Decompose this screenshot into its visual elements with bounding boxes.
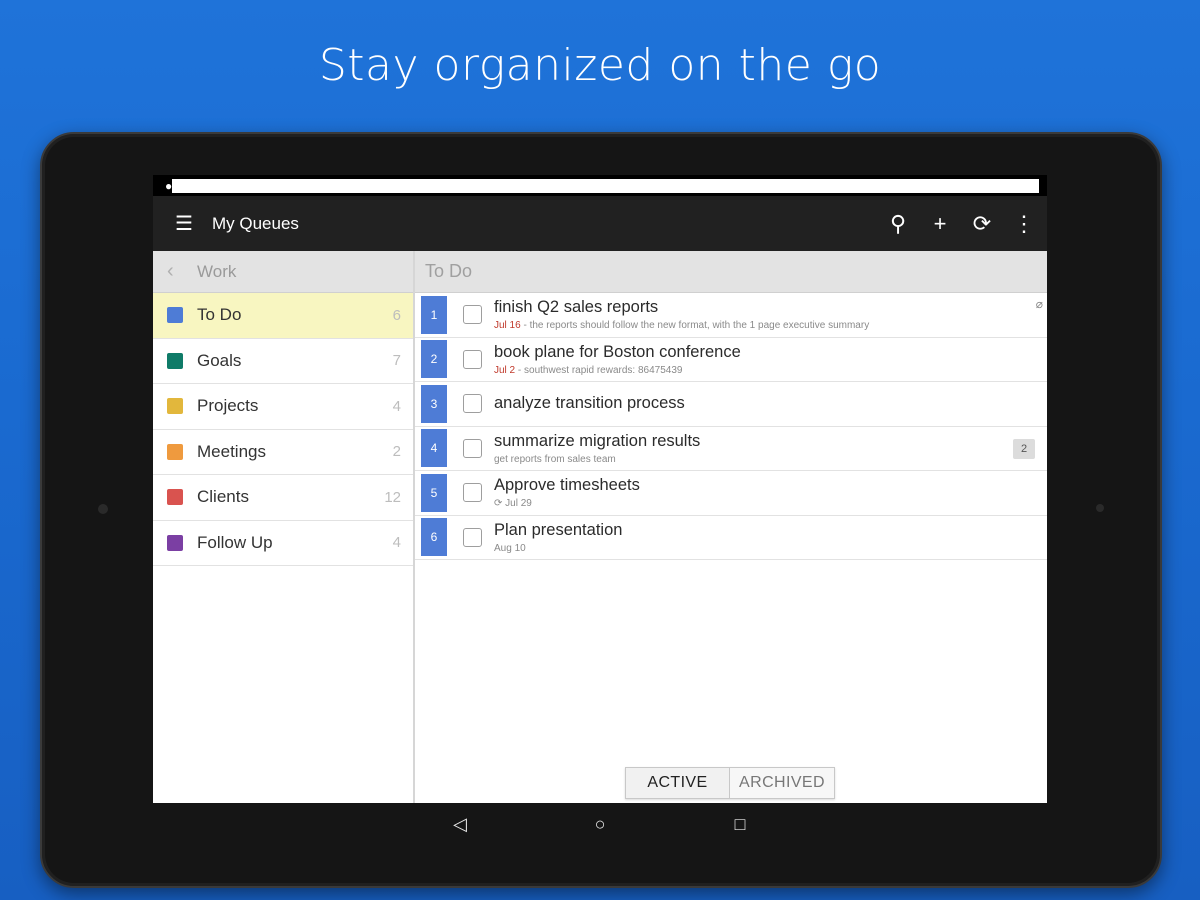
add-icon[interactable]: + bbox=[929, 211, 951, 237]
headline: Stay organized on the go bbox=[318, 40, 882, 91]
task-note: - the reports should follow the new form… bbox=[520, 320, 870, 332]
task-title: summarize migration results bbox=[494, 431, 701, 450]
queue-count: 6 bbox=[392, 306, 401, 324]
task-checkbox[interactable] bbox=[463, 438, 482, 458]
queue-item[interactable]: Clients 12 bbox=[153, 475, 413, 521]
queue-group-title: Work bbox=[197, 261, 237, 281]
task-note: Jul 29 bbox=[505, 498, 532, 510]
task-priority-number: 1 bbox=[421, 295, 447, 334]
task-note: get reports from sales team bbox=[494, 453, 616, 465]
queue-color-swatch bbox=[167, 352, 183, 369]
task-checkbox[interactable] bbox=[463, 394, 482, 414]
task-row[interactable]: 4 summarize migration results get reports … bbox=[415, 427, 1047, 471]
task-priority-number: 6 bbox=[421, 518, 447, 557]
task-row[interactable]: 3 analyze transition process bbox=[415, 382, 1047, 427]
queue-list-header[interactable]: ‹ Work bbox=[153, 251, 413, 293]
app-bar: ☰ My Queues ⚲ + ⟳ ⋮ bbox=[153, 196, 1047, 251]
queue-name: Follow Up bbox=[197, 532, 273, 552]
task-list-panel: To Do 1 finish Q2 sales reports Jul 16 - t… bbox=[415, 251, 1047, 803]
task-note: - southwest rapid rewards: 86475439 bbox=[515, 364, 683, 376]
task-subtitle: Jul 16 - the reports should follow the n… bbox=[494, 320, 1047, 331]
queue-count: 12 bbox=[384, 488, 401, 506]
queue-name: Clients bbox=[197, 487, 249, 507]
task-subtitle: ⟳ Jul 29 bbox=[494, 498, 1047, 509]
queue-list-panel: ‹ Work To Do 6 Goals 7 Projects 4 Meetings 2 Cli… bbox=[153, 251, 415, 803]
queue-item[interactable]: Follow Up 4 bbox=[153, 521, 413, 566]
queue-name: Meetings bbox=[197, 441, 266, 461]
status-bar: ● ▯ ▾ ▮ 4:53 bbox=[153, 175, 1047, 196]
task-due-date: Jul 16 bbox=[494, 320, 521, 332]
task-subtitle: Jul 2 - southwest rapid rewards: 8647543… bbox=[494, 365, 1047, 376]
queue-item[interactable]: Projects 4 bbox=[153, 384, 413, 430]
queue-count: 4 bbox=[392, 534, 401, 552]
queue-color-swatch bbox=[167, 398, 183, 415]
status-toggle: ACTIVE ARCHIVED bbox=[625, 767, 835, 799]
task-due-date: Jul 2 bbox=[494, 364, 516, 376]
task-checkbox[interactable] bbox=[463, 305, 482, 325]
task-title: Approve timesheets bbox=[494, 476, 640, 495]
overflow-icon[interactable]: ⋮ bbox=[1013, 211, 1035, 237]
queue-item[interactable]: Goals 7 bbox=[153, 339, 413, 384]
recents-icon[interactable]: □ bbox=[726, 814, 754, 835]
task-priority-number: 4 bbox=[421, 429, 447, 468]
home-icon[interactable]: ○ bbox=[586, 814, 614, 835]
task-row[interactable]: 2 book plane for Boston conference Jul 2 -… bbox=[415, 338, 1047, 382]
queue-name: Projects bbox=[197, 396, 259, 416]
camera-dot bbox=[98, 504, 108, 514]
app-title: My Queues bbox=[212, 213, 299, 233]
queue-count: 7 bbox=[392, 352, 401, 370]
task-title: finish Q2 sales reports bbox=[494, 298, 659, 317]
subtask-count-badge: 2 bbox=[1013, 438, 1035, 459]
task-checkbox[interactable] bbox=[463, 349, 482, 369]
queue-name: To Do bbox=[197, 305, 242, 325]
android-icon: ● bbox=[165, 178, 173, 193]
task-title: Plan presentation bbox=[494, 520, 623, 539]
queue-color-swatch bbox=[167, 307, 183, 324]
search-icon[interactable]: ⚲ bbox=[887, 211, 909, 237]
task-row[interactable]: 1 finish Q2 sales reports Jul 16 - the rep… bbox=[415, 293, 1047, 338]
task-list-header: To Do bbox=[415, 251, 1047, 293]
back-chevron-icon[interactable]: ‹ bbox=[167, 260, 197, 283]
queue-count: 4 bbox=[392, 397, 401, 415]
menu-icon[interactable]: ☰ bbox=[175, 211, 212, 236]
system-nav-bar: ◁ ○ □ bbox=[153, 803, 1047, 845]
task-priority-number: 5 bbox=[421, 473, 447, 512]
queue-color-swatch bbox=[167, 443, 183, 460]
task-checkbox[interactable] bbox=[463, 483, 482, 503]
task-subtitle: Aug 10 bbox=[494, 543, 1047, 554]
task-row[interactable]: 6 Plan presentation Aug 10 bbox=[415, 516, 1047, 560]
repeat-icon: ⟳ bbox=[494, 498, 506, 510]
back-icon[interactable]: ◁ bbox=[446, 814, 474, 835]
app-screen: ● ▯ ▾ ▮ 4:53 ☰ My Queues ⚲ + ⟳ ⋮ ‹ Work … bbox=[153, 175, 1047, 803]
sync-icon[interactable]: ⟳ bbox=[971, 211, 993, 237]
queue-color-swatch bbox=[167, 534, 183, 551]
battery-icon: ▮ bbox=[196, 178, 204, 193]
status-time: 4:53 bbox=[209, 178, 233, 193]
tab-active[interactable]: ACTIVE bbox=[626, 768, 730, 798]
task-title: analyze transition process bbox=[494, 394, 685, 413]
queue-color-swatch bbox=[167, 489, 183, 506]
task-title: book plane for Boston conference bbox=[494, 342, 741, 361]
sensor-dot bbox=[1096, 504, 1104, 512]
attachment-icon: ⌀ bbox=[1035, 297, 1043, 311]
queue-item[interactable]: To Do 6 bbox=[153, 293, 413, 339]
task-note: Aug 10 bbox=[494, 542, 526, 554]
task-row[interactable]: 5 Approve timesheets ⟳ Jul 29 bbox=[415, 471, 1047, 516]
task-subtitle: get reports from sales team bbox=[494, 454, 1047, 465]
task-priority-number: 2 bbox=[421, 340, 447, 379]
wifi-icon: ▾ bbox=[184, 178, 191, 193]
queue-count: 2 bbox=[392, 443, 401, 461]
tab-archived[interactable]: ARCHIVED bbox=[730, 768, 834, 798]
queue-name: Goals bbox=[197, 350, 242, 370]
task-priority-number: 3 bbox=[421, 384, 447, 423]
task-checkbox[interactable] bbox=[463, 527, 482, 547]
vibrate-icon: ▯ bbox=[172, 178, 179, 193]
queue-item[interactable]: Meetings 2 bbox=[153, 430, 413, 475]
